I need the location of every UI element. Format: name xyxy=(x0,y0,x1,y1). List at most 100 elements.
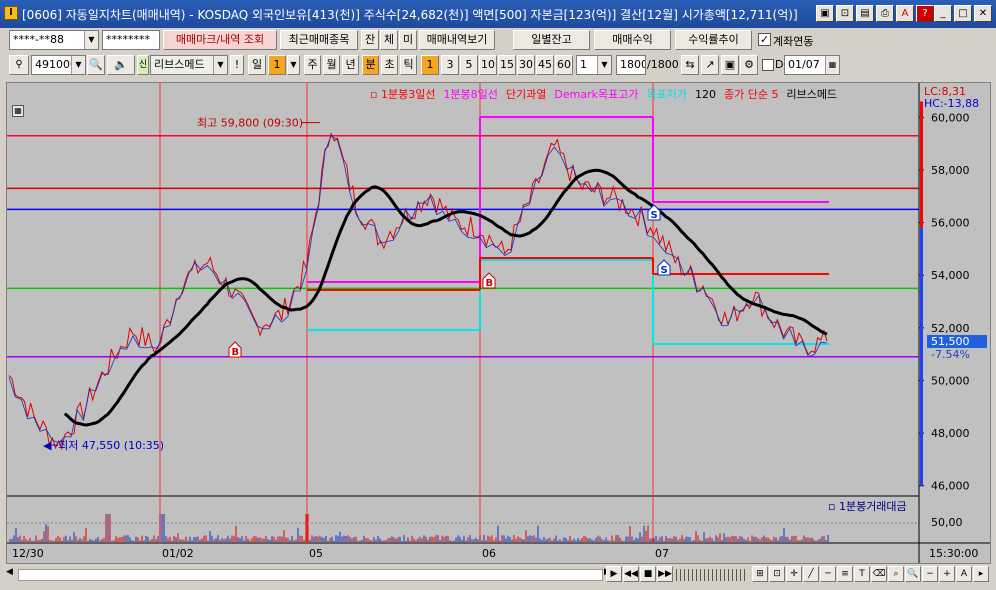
legend-item[interactable]: 종가 단순 5 xyxy=(724,88,778,101)
indicator-select[interactable]: 리브스메드 ▼ xyxy=(150,55,228,75)
calendar-icon[interactable]: ▦ xyxy=(825,56,839,74)
play-icon[interactable]: ▶ xyxy=(606,566,622,582)
price-chart-svg[interactable]: 60,000 58,000 56,000 54,000 52,000 50,000 48,0… xyxy=(7,83,990,563)
pin-icon[interactable]: ⚲ xyxy=(9,55,29,75)
zoom-box-icon[interactable]: ⊞ xyxy=(752,566,768,582)
period-minute-button[interactable]: 분 xyxy=(362,55,379,75)
minimize-icon[interactable]: _ xyxy=(934,5,952,22)
hline-icon[interactable]: ─ xyxy=(820,566,836,582)
minute-3-button[interactable]: 3 xyxy=(441,55,459,75)
minute-5-button[interactable]: 5 xyxy=(460,55,478,75)
password-field[interactable]: ******** xyxy=(102,30,160,50)
font-icon[interactable]: A xyxy=(896,5,914,22)
print-icon[interactable]: ⎙ xyxy=(876,5,894,22)
y-tick-label: 56,000 xyxy=(931,217,970,230)
fib-icon[interactable]: ≡ xyxy=(837,566,853,582)
period-week-button[interactable]: 주 xyxy=(304,55,321,75)
period-month-button[interactable]: 월 xyxy=(323,55,340,75)
maximize-icon[interactable]: □ xyxy=(954,5,972,22)
hc-value: HC:-13,88 xyxy=(924,97,980,110)
trade-history-button[interactable]: 매매내역보기 xyxy=(419,30,495,50)
recent-trades-button[interactable]: 최근매매종목 xyxy=(280,30,358,50)
alert-button[interactable]: ! xyxy=(230,55,244,75)
window-icon[interactable]: ▤ xyxy=(856,5,874,22)
trade-mark-button[interactable]: 매매마크/내역 조회 xyxy=(163,30,277,50)
chevron-down-icon[interactable]: ▼ xyxy=(287,55,300,75)
chevron-down-icon[interactable]: ▼ xyxy=(71,56,85,74)
legend-item[interactable]: 단기과열 xyxy=(506,88,546,101)
chart-area[interactable]: 60,000 58,000 56,000 54,000 52,000 50,000 48,0… xyxy=(6,82,991,564)
zoom-in-icon[interactable]: 🔍 xyxy=(905,566,921,582)
scroll-left-icon[interactable]: ◀ xyxy=(6,567,13,577)
account-link-checkbox[interactable]: ✓ xyxy=(758,33,771,46)
zoom-out-icon[interactable]: − xyxy=(922,566,938,582)
font-size-icon[interactable]: A xyxy=(956,566,972,582)
period-count[interactable]: 1 xyxy=(268,55,286,75)
trade-marker-label: S xyxy=(661,265,668,276)
toolbar-row-2: ⚲ 491000 ▼ 🔍 🔈 신 리브스메드 ▼ ! 일 1 ▼ 주 월 년 분… xyxy=(0,55,996,81)
period-second-button[interactable]: 초 xyxy=(381,55,398,75)
search-icon[interactable]: 🔍 xyxy=(87,55,105,75)
tab-mi[interactable]: 미 xyxy=(399,30,417,50)
count-field[interactable]: 1800 xyxy=(616,55,646,75)
daily-balance-button[interactable]: 일별잔고 xyxy=(513,30,590,50)
period-day-button[interactable]: 일 xyxy=(248,55,266,75)
help-icon[interactable]: ? xyxy=(916,5,934,22)
zoom-area-icon[interactable]: ⊡ xyxy=(769,566,785,582)
window-controls: _ □ ✕ xyxy=(934,5,992,22)
text-icon[interactable]: T xyxy=(854,566,870,582)
fast-forward-icon[interactable]: ▶▶ xyxy=(657,566,673,582)
chevron-down-icon[interactable]: ▼ xyxy=(597,56,611,74)
erase-icon[interactable]: ⌫ xyxy=(871,566,887,582)
profit-trend-button[interactable]: 수익률추이 xyxy=(675,30,752,50)
trade-profit-button[interactable]: 매매수익 xyxy=(594,30,671,50)
chart-tool-icon[interactable]: ⇆ xyxy=(681,55,699,75)
custom-minute-select[interactable]: 1 ▼ xyxy=(576,55,612,75)
horizontal-scrollbar[interactable] xyxy=(18,569,603,581)
search-zoom-icon[interactable]: ⌕ xyxy=(888,566,904,582)
link-icon[interactable]: ⊡ xyxy=(836,5,854,22)
account-select[interactable]: ****-**88 ▼ xyxy=(9,30,99,50)
code-select[interactable]: 491000 ▼ xyxy=(31,55,86,75)
period-year-button[interactable]: 년 xyxy=(342,55,359,75)
minute-30-button[interactable]: 30 xyxy=(517,55,535,75)
legend-item[interactable]: 120 xyxy=(695,88,716,101)
chevron-down-icon[interactable]: ▼ xyxy=(213,56,227,74)
legend-item[interactable]: 목표저가 xyxy=(646,88,686,101)
close-icon[interactable]: ✕ xyxy=(974,5,992,22)
period-tick-button[interactable]: 틱 xyxy=(400,55,417,75)
gear-icon[interactable]: ⚙ xyxy=(740,55,758,75)
speaker-icon[interactable]: 🔈 xyxy=(107,55,135,75)
tab-che[interactable]: 체 xyxy=(380,30,398,50)
chevron-right-icon[interactable]: ▸ xyxy=(973,566,989,582)
stop-icon[interactable]: ■ xyxy=(640,566,656,582)
chevron-down-icon[interactable]: ▼ xyxy=(84,31,98,49)
tab-jan[interactable]: 잔 xyxy=(361,30,379,50)
grid-table-icon[interactable]: ▦ xyxy=(12,105,24,117)
minute-45-button[interactable]: 45 xyxy=(536,55,554,75)
y-tick-label: 48,000 xyxy=(931,427,970,440)
rewind-icon[interactable]: ◀◀ xyxy=(623,566,639,582)
save-icon[interactable]: ▣ xyxy=(721,55,739,75)
minute-15-button[interactable]: 15 xyxy=(498,55,516,75)
legend-item[interactable]: 리브스메드 xyxy=(786,88,837,101)
crosshair-icon[interactable]: ✛ xyxy=(786,566,802,582)
date-field[interactable]: 01/07 ▦ xyxy=(784,55,840,75)
legend-item[interactable]: Demark목표고가 xyxy=(554,88,638,101)
line-icon[interactable]: ╱ xyxy=(803,566,819,582)
save-screen-icon[interactable]: ▣ xyxy=(816,5,834,22)
toolbar-row-1: ****-**88 ▼ ******** 매매마크/내역 조회 최근매매종목 잔… xyxy=(0,30,996,56)
high-annotation: 최고 59,800 (09:30) xyxy=(197,117,303,130)
legend-item[interactable]: 1분봉8일선 xyxy=(443,88,497,101)
speed-slider[interactable] xyxy=(676,569,746,581)
minute-60-button[interactable]: 60 xyxy=(555,55,573,75)
plus-icon[interactable]: + xyxy=(939,566,955,582)
minute-10-button[interactable]: 10 xyxy=(479,55,497,75)
app-logo-icon: I xyxy=(4,6,18,20)
legend-item[interactable]: ▫ 1분봉3일선 xyxy=(370,88,435,101)
price-panel[interactable] xyxy=(7,83,919,491)
d-label: D xyxy=(775,58,784,71)
minute-1-button[interactable]: 1 xyxy=(421,55,439,75)
trend-icon[interactable]: ↗ xyxy=(701,55,719,75)
d-checkbox[interactable] xyxy=(762,59,774,71)
